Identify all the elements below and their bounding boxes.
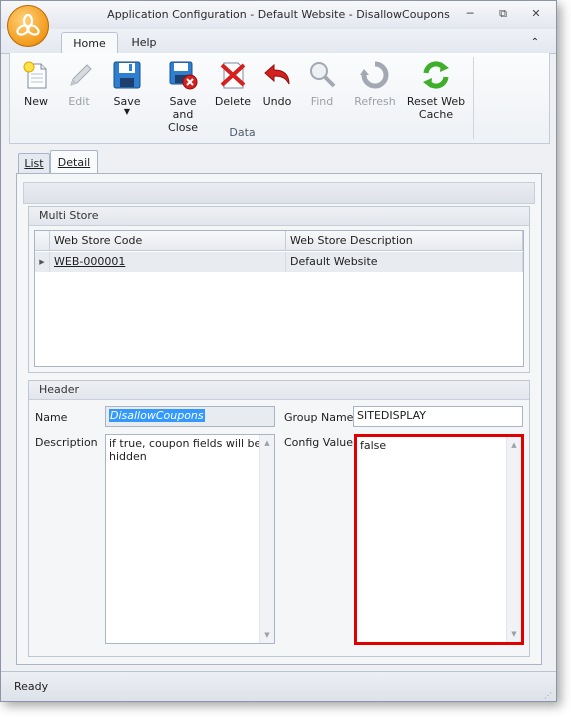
delete-label: Delete: [214, 95, 252, 108]
table-row-code[interactable]: WEB-000001: [50, 252, 286, 272]
reset-cache-icon: [420, 59, 452, 91]
close-button[interactable]: ✕: [528, 7, 544, 21]
name-label: Name: [35, 411, 68, 424]
ribbon-group-separator: [473, 57, 474, 139]
find-label: Find: [310, 95, 334, 108]
group-name-field[interactable]: SITEDISPLAY: [353, 406, 523, 427]
undo-button[interactable]: Undo: [256, 59, 298, 108]
multi-store-title: Multi Store: [29, 207, 529, 226]
save-dropdown-icon[interactable]: ▼: [106, 108, 148, 116]
column-header-code[interactable]: Web Store Code: [50, 231, 286, 251]
multi-store-group: Multi Store Web Store Code Web Store Des…: [28, 206, 530, 373]
table-row-description[interactable]: Default Website: [286, 252, 523, 272]
new-button[interactable]: New: [14, 59, 58, 108]
resize-grip-icon[interactable]: ⋰: [544, 691, 552, 700]
delete-button[interactable]: Delete: [212, 59, 254, 108]
edit-button[interactable]: Edit: [58, 59, 100, 108]
pencil-icon: [63, 59, 95, 91]
header-group: Header Name DisallowCoupons Group Name S…: [28, 380, 530, 657]
reset-web-cache-button[interactable]: Reset Web Cache: [406, 59, 466, 121]
app-logo-icon: [16, 13, 40, 36]
web-store-grid: Web Store Code Web Store Description ▶ W…: [34, 230, 524, 367]
description-label: Description: [35, 436, 98, 449]
save-and-close-button[interactable]: Save and Close: [158, 59, 208, 134]
scroll-up-icon[interactable]: ▲: [507, 439, 521, 451]
detail-panel: Multi Store Web Store Code Web Store Des…: [16, 173, 542, 665]
tab-detail[interactable]: Detail: [50, 150, 98, 175]
restore-button[interactable]: ⧉: [495, 7, 511, 21]
undo-arrow-icon: [261, 59, 293, 91]
status-bar: Ready ⋰: [1, 671, 556, 701]
edit-label: Edit: [68, 95, 90, 108]
tab-help[interactable]: Help: [121, 32, 167, 53]
row-indicator-icon: ▶: [35, 252, 50, 272]
column-header-description[interactable]: Web Store Description: [286, 231, 523, 251]
floppy-disk-icon: [111, 59, 143, 91]
delete-icon: [217, 59, 249, 91]
reset-label-line2: Cache: [418, 108, 454, 121]
collapse-ribbon-icon[interactable]: ⌃: [525, 32, 545, 53]
application-window: Application Configuration - Default Webs…: [0, 0, 557, 702]
group-name-label: Group Name: [284, 411, 354, 424]
find-button[interactable]: Find: [302, 59, 342, 108]
ribbon-panel: New Edit Save ▼ Save and Close Delete Un…: [9, 53, 550, 144]
undo-label: Undo: [262, 95, 292, 108]
status-text: Ready: [14, 680, 49, 693]
tab-home[interactable]: Home: [61, 32, 118, 54]
description-line-2: hidden: [109, 450, 147, 463]
description-textarea[interactable]: if true, coupon fields will be hidden ▲ …: [105, 434, 275, 644]
save-button[interactable]: Save ▼: [106, 59, 148, 116]
scroll-down-icon[interactable]: ▼: [507, 628, 521, 640]
ribbon-tab-row: Home Help ⌃: [1, 29, 556, 54]
refresh-button[interactable]: Refresh: [352, 59, 398, 108]
minimize-button[interactable]: ─: [462, 7, 478, 21]
description-line-1: if true, coupon fields will be: [109, 437, 262, 450]
name-value: DisallowCoupons: [109, 409, 205, 422]
header-title: Header: [29, 381, 529, 400]
reset-label-line1: Reset Web: [406, 95, 466, 108]
config-value-label: Config Value: [284, 436, 353, 449]
refresh-icon: [359, 59, 391, 91]
config-value-textarea[interactable]: false ▲ ▼: [354, 434, 524, 645]
refresh-label: Refresh: [354, 95, 396, 108]
new-document-icon: [20, 59, 52, 91]
scroll-down-icon[interactable]: ▼: [260, 629, 274, 641]
save-close-label-line1: Save and: [169, 95, 197, 121]
config-value-scrollbar[interactable]: ▲ ▼: [506, 437, 521, 642]
grid-row-header-corner: [35, 231, 50, 251]
title-bar: Application Configuration - Default Webs…: [1, 1, 556, 29]
group-name-value: SITEDISPLAY: [357, 409, 426, 422]
new-label: New: [24, 95, 48, 108]
app-menu-button[interactable]: [7, 5, 49, 47]
detail-header-bar: [23, 182, 535, 204]
tab-list[interactable]: List: [18, 153, 50, 174]
save-close-icon: [167, 59, 199, 91]
ribbon-group-label: Data: [229, 126, 256, 139]
magnifier-icon: [306, 59, 338, 91]
config-value-text: false: [360, 439, 387, 452]
description-scrollbar[interactable]: ▲ ▼: [259, 435, 274, 643]
scroll-up-icon[interactable]: ▲: [260, 437, 274, 449]
name-field[interactable]: DisallowCoupons: [105, 406, 275, 427]
